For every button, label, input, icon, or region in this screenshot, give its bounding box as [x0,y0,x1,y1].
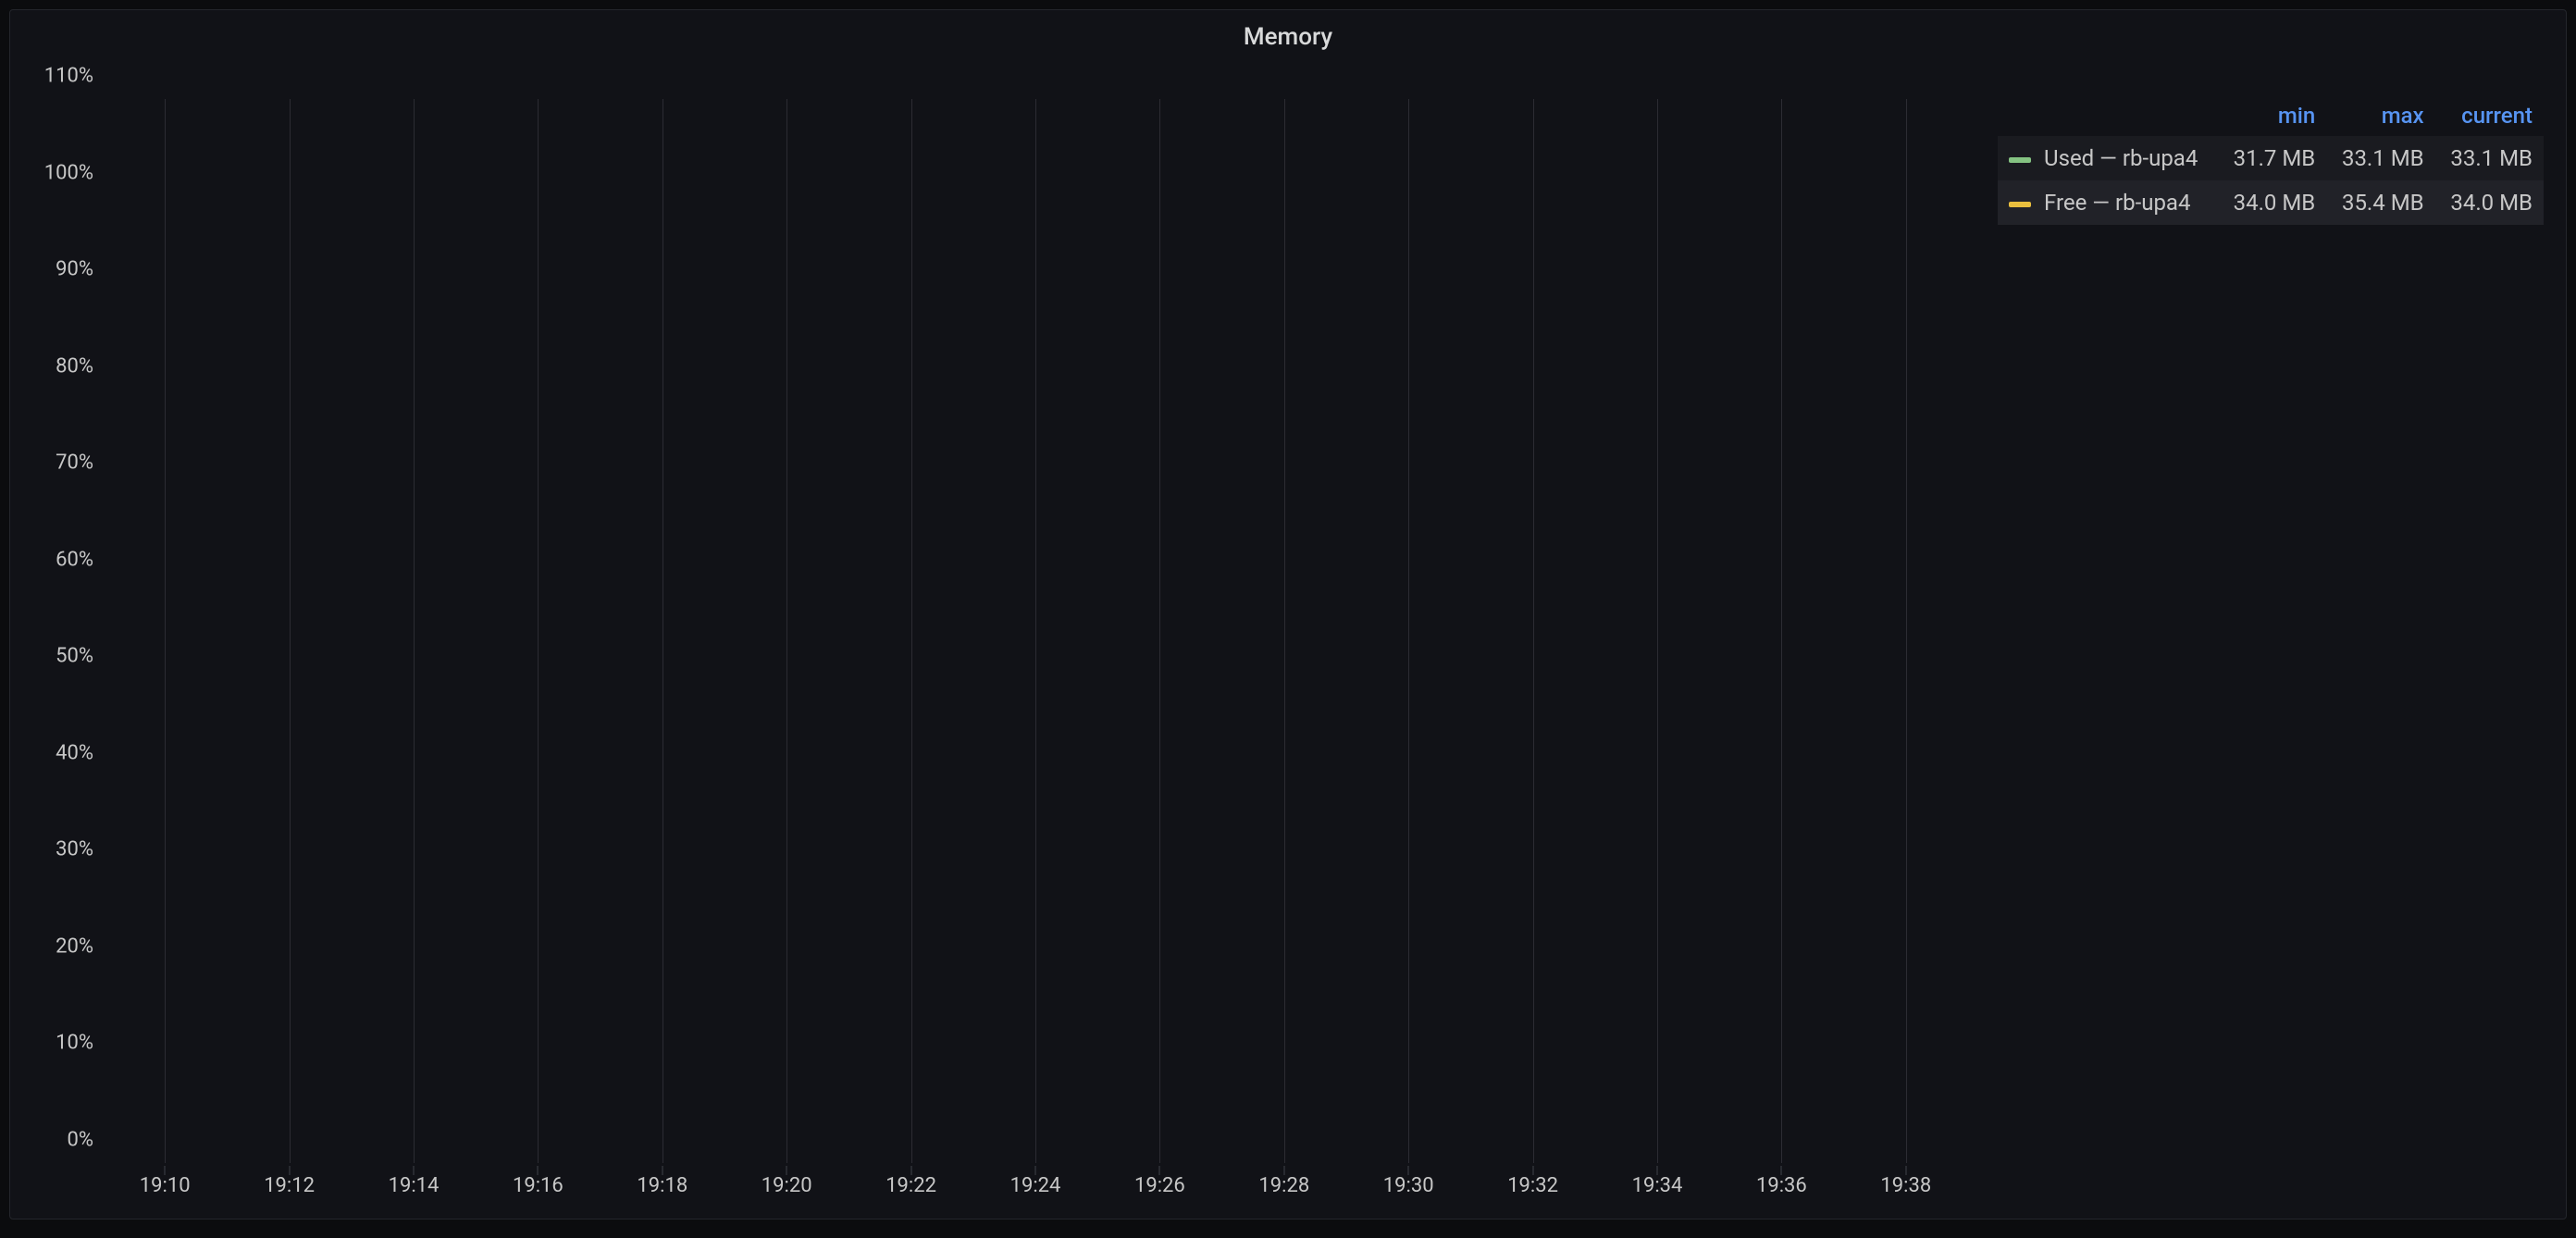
x-tick-mark [1657,1166,1658,1175]
y-tick-label: 20% [56,935,93,958]
x-tick-mark [662,1166,663,1175]
panel-title[interactable]: Memory [10,10,2566,60]
legend-series-label: Used — rb-upa4 [2044,145,2198,171]
x-tick-label: 19:32 [1507,1174,1558,1197]
x-tick-mark [1159,1166,1160,1175]
legend-header-row: min max current [1998,95,2544,136]
legend-series-name: Free — rb-upa4 [1998,180,2218,225]
x-tick-mark [1905,1166,1906,1175]
legend-max-value: 35.4 MB [2326,180,2434,225]
y-tick-label: 110% [44,65,93,88]
x-tick-label: 19:20 [762,1174,812,1197]
x-tick-label: 19:22 [886,1174,936,1197]
legend-swatch-icon [2009,157,2031,163]
y-tick-label: 50% [56,645,93,668]
x-tick-label: 19:10 [140,1174,191,1197]
legend-header-min[interactable]: min [2218,95,2326,136]
gridline-vertical [1657,99,1658,1163]
x-tick-label: 19:26 [1134,1174,1185,1197]
legend-header-current[interactable]: current [2435,95,2544,136]
y-tick-label: 80% [56,354,93,378]
y-axis: 0%10%20%30%40%50%60%70%80%90%100%110% [10,99,103,1163]
gridline-vertical [290,99,291,1163]
y-tick-label: 30% [56,838,93,861]
gridline-vertical [414,99,415,1163]
gridline-vertical [911,99,912,1163]
x-tick-label: 19:18 [637,1174,687,1197]
x-tick-label: 19:24 [1010,1174,1061,1197]
legend-swatch-icon [2009,202,2031,207]
gridline-vertical [1159,99,1160,1163]
legend-area: min max current Used — rb-upa431.7 MB33.… [1981,68,2566,1219]
legend-current-value: 34.0 MB [2435,180,2544,225]
x-tick-mark [165,1166,166,1175]
y-tick-label: 90% [56,258,93,281]
x-tick-label: 19:38 [1880,1174,1931,1197]
gridline-vertical [1906,99,1907,1163]
y-tick-label: 40% [56,741,93,764]
legend-max-value: 33.1 MB [2326,136,2434,180]
y-tick-label: 70% [56,452,93,475]
x-tick-label: 19:16 [513,1174,564,1197]
legend-header-name[interactable] [1998,95,2218,136]
x-tick-mark [1532,1166,1533,1175]
y-tick-label: 100% [44,161,93,184]
legend-series-name: Used — rb-upa4 [1998,136,2218,180]
chart-area[interactable]: 0% 10% 20% 30% 40% 50% 60% 70% 80% 90% 100% 110% 19… [10,68,1981,1219]
gridline-vertical [1035,99,1036,1163]
gridline-vertical [165,99,166,1163]
legend-row[interactable]: Used — rb-upa431.7 MB33.1 MB33.1 MB [1998,136,2544,180]
y-tick-label: 0% [68,1129,93,1152]
legend-row[interactable]: Free — rb-upa4 34.0 MB35.4 MB34.0 MB [1998,180,2544,225]
x-tick-mark [414,1166,415,1175]
gridline-vertical [786,99,787,1163]
y-tick-label: 10% [56,1032,93,1055]
x-tick-mark [538,1166,539,1175]
legend-table: min max current Used — rb-upa431.7 MB33.… [1998,95,2544,225]
y-tick-label: 60% [56,548,93,571]
legend-series-label: Free — rb-upa4 [2044,190,2190,216]
legend-min-value: 31.7 MB [2218,136,2326,180]
x-tick-label: 19:34 [1632,1174,1683,1197]
x-tick-label: 19:30 [1383,1174,1434,1197]
x-tick-mark [1035,1166,1036,1175]
x-tick-mark [786,1166,787,1175]
x-tick-label: 19:36 [1756,1174,1807,1197]
plot-area[interactable] [103,99,1968,1163]
x-tick-mark [289,1166,290,1175]
legend-min-value: 34.0 MB [2218,180,2326,225]
x-tick-mark [1283,1166,1284,1175]
gridline-vertical [1284,99,1285,1163]
x-tick-mark [910,1166,911,1175]
gridline-vertical [1533,99,1534,1163]
legend-header-max[interactable]: max [2326,95,2434,136]
gridline-vertical [1781,99,1782,1163]
x-tick-label: 19:28 [1258,1174,1309,1197]
memory-panel: Memory 0% 10% 20% 30% 40% 50% 60% 70% 80% 90% 100%… [9,9,2567,1219]
gridline-vertical [538,99,539,1163]
legend-current-value: 33.1 MB [2435,136,2544,180]
x-tick-label: 19:12 [264,1174,315,1197]
x-tick-label: 19:14 [389,1174,440,1197]
x-tick-mark [1408,1166,1409,1175]
x-axis: 19:10 19:12 19:14 19:16 19:18 19:20 19:22 19:24… [103,1169,1968,1206]
x-tick-mark [1781,1166,1782,1175]
gridline-vertical [1408,99,1409,1163]
